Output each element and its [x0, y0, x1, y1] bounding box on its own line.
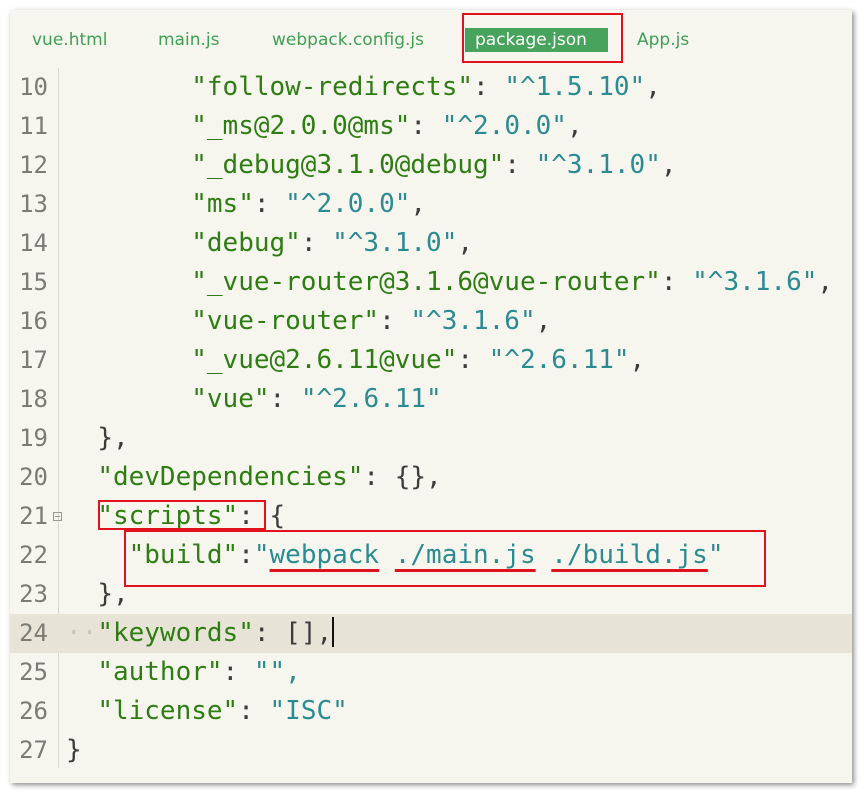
code-line-10: 10 "follow-redirects": "^1.5.10",: [10, 68, 852, 107]
code-line-24-current: 24 ··"keywords": [],: [10, 614, 852, 653]
json-value: {},: [394, 462, 442, 492]
code-line-25: 25 "author": "",: [10, 653, 852, 692]
json-key: "follow-redirects": [191, 72, 473, 102]
editor-window: vue.html main.js webpack.config.js packa…: [10, 10, 852, 783]
tab-main-js[interactable]: main.js: [148, 28, 229, 52]
json-key: "author": [97, 657, 223, 687]
json-value: "^2.6.11": [300, 384, 442, 414]
line-number: 25: [19, 658, 48, 686]
code-line-18: 18 "vue": "^2.6.11": [10, 380, 852, 419]
json-value: "^3.1.6": [410, 306, 536, 336]
json-value: "^1.5.10": [504, 72, 646, 102]
line-number: 12: [19, 151, 48, 179]
line-number: 13: [19, 190, 48, 218]
code-line-15: 15 "_vue-router@3.1.6@vue-router": "^3.1…: [10, 263, 852, 302]
code-line-11: 11 "_ms@2.0.0@ms": "^2.0.0",: [10, 107, 852, 146]
json-value: "^3.1.0": [535, 150, 661, 180]
json-key: "keywords": [97, 618, 254, 648]
json-key: "debug": [191, 228, 301, 258]
tab-bar: vue.html main.js webpack.config.js packa…: [10, 10, 852, 68]
line-number: 15: [19, 268, 48, 296]
json-value: {: [269, 501, 286, 531]
code-area[interactable]: 10 "follow-redirects": "^1.5.10", 11 "_m…: [10, 68, 852, 770]
json-value: "^2.0.0": [285, 189, 411, 219]
json-value: [],: [285, 618, 333, 648]
line-number: 21: [19, 502, 48, 530]
tab-webpack-config-js[interactable]: webpack.config.js: [262, 28, 434, 52]
line-number: 22: [19, 541, 48, 569]
json-value: "",: [253, 657, 301, 687]
tab-vue-html[interactable]: vue.html: [22, 28, 117, 52]
line-number: 19: [19, 424, 48, 452]
line-number: 27: [19, 736, 48, 764]
line-number: 11: [19, 112, 48, 140]
json-key: "vue": [191, 384, 270, 414]
text-cursor: [332, 617, 335, 647]
line-number: 26: [19, 697, 48, 725]
json-key: "ms": [191, 189, 254, 219]
json-key: "devDependencies": [97, 462, 364, 492]
json-value: "^3.1.0": [332, 228, 458, 258]
line-number: 24: [19, 619, 48, 647]
closing-brace: }: [66, 735, 82, 765]
code-line-13: 13 "ms": "^2.0.0",: [10, 185, 852, 224]
line-number: 23: [19, 580, 48, 608]
json-key: "vue-router": [191, 306, 380, 336]
json-key: "_vue-router@3.1.6@vue-router": [191, 267, 661, 297]
line-number: 14: [19, 229, 48, 257]
scripts-highlight-box: [98, 500, 266, 530]
json-key: "license": [97, 696, 239, 726]
json-key: "_ms@2.0.0@ms": [191, 111, 411, 141]
json-value: "^2.0.0": [441, 111, 567, 141]
line-number: 10: [19, 73, 48, 101]
line-number: 17: [19, 346, 48, 374]
code-line-26: 26 "license": "ISC": [10, 692, 852, 731]
json-value: "^2.6.11": [488, 345, 630, 375]
code-line-19: 19 },: [10, 419, 852, 458]
code-line-20: 20 "devDependencies": {},: [10, 458, 852, 497]
json-key: "_debug@3.1.0@debug": [191, 150, 505, 180]
closing-brace: },: [97, 423, 129, 453]
code-line-16: 16 "vue-router": "^3.1.6",: [10, 302, 852, 341]
json-value: "ISC": [269, 696, 348, 726]
active-tab-highlight-box: [462, 13, 623, 63]
line-number: 20: [19, 463, 48, 491]
json-key: "_vue@2.6.11@vue": [191, 345, 458, 375]
json-value: "^3.1.6": [692, 267, 818, 297]
tab-app-js[interactable]: App.js: [627, 28, 699, 52]
code-line-17: 17 "_vue@2.6.11@vue": "^2.6.11",: [10, 341, 852, 380]
code-line-12: 12 "_debug@3.1.0@debug": "^3.1.0",: [10, 146, 852, 185]
line-number: 18: [19, 385, 48, 413]
code-line-14: 14 "debug": "^3.1.0",: [10, 224, 852, 263]
fold-toggle-icon[interactable]: [53, 512, 62, 521]
code-line-27: 27 }: [10, 731, 852, 770]
build-highlight-box: [124, 530, 766, 587]
line-number: 16: [19, 307, 48, 335]
